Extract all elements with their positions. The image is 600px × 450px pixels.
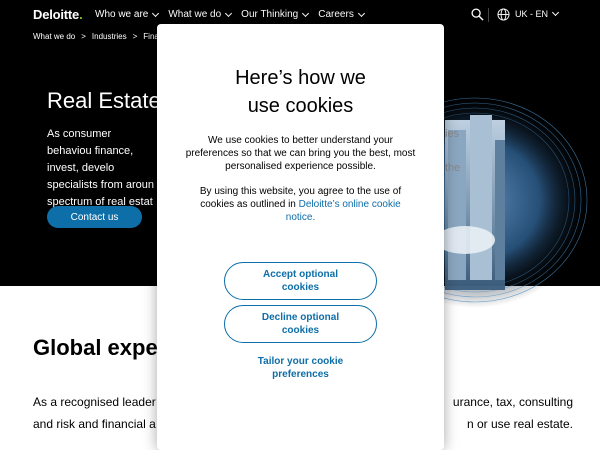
nav-what-we-do[interactable]: What we do xyxy=(168,9,233,20)
language-label: UK - EN xyxy=(515,9,549,19)
cookie-modal-title: Here’s how we use cookies xyxy=(235,67,366,117)
cookie-consent-notice: By using this website, you agree to the … xyxy=(185,185,416,224)
chevron-down-icon xyxy=(357,9,365,17)
logo-text: Deloitte xyxy=(33,7,80,22)
hero-title: Real Estate xyxy=(47,88,161,113)
breadcrumb-separator: > xyxy=(132,32,138,41)
nav-links: Who we are What we do Our Thinking Caree… xyxy=(95,9,374,20)
hero-description: As consumer behaviou finance, invest, de… xyxy=(47,128,154,208)
breadcrumb-what-we-do[interactable]: What we do xyxy=(33,32,75,41)
cookie-description: We use cookies to better understand your… xyxy=(185,135,416,172)
deloitte-logo[interactable]: Deloitte. xyxy=(33,7,83,22)
nav-our-thinking[interactable]: Our Thinking xyxy=(241,9,310,20)
decline-optional-cookies-button[interactable]: Decline optional cookies xyxy=(224,305,377,343)
section-title: Global expe xyxy=(33,335,158,360)
nav-link-label: Who we are xyxy=(95,9,149,20)
breadcrumb-separator: > xyxy=(81,32,86,41)
contact-us-button[interactable]: Contact us xyxy=(47,206,142,228)
cookie-consent-modal: Here’s how we use cookies We use cookies… xyxy=(157,24,444,450)
nav-link-label: What we do xyxy=(168,9,222,20)
page: Deloitte. Who we are What we do Our Thin… xyxy=(0,0,600,450)
breadcrumb-industries[interactable]: Industries xyxy=(92,32,127,41)
body-line-2-left: and risk and financial a xyxy=(33,417,156,431)
globe-icon[interactable] xyxy=(497,8,510,21)
cookie-notice-link[interactable]: Deloitte’s online cookie notice. xyxy=(286,199,401,223)
hero-desc-tail-2: the xyxy=(445,162,461,174)
chevron-down-icon xyxy=(225,9,233,17)
accept-optional-cookies-button[interactable]: Accept optional cookies xyxy=(224,262,377,300)
search-icon[interactable] xyxy=(471,8,484,21)
chevron-down-icon xyxy=(302,9,310,17)
logo-dot: . xyxy=(79,7,83,22)
body-line-1-left: As a recognised leader xyxy=(33,395,156,409)
hero-description-tail: ies the xyxy=(445,126,460,177)
nav-link-label: Careers xyxy=(318,9,354,20)
breadcrumb: What we do > Industries > Finan xyxy=(33,32,163,41)
body-line-2-right: n or use real estate. xyxy=(466,417,573,431)
hero-desc-tail-1: ies xyxy=(445,128,460,140)
nav-who-we-are[interactable]: Who we are xyxy=(95,9,160,20)
body-line-1-right: urance, tax, consulting xyxy=(452,395,573,409)
nav-link-label: Our Thinking xyxy=(241,9,299,20)
language-selector[interactable]: UK - EN xyxy=(515,8,560,19)
chevron-down-icon xyxy=(152,9,160,17)
nav-divider xyxy=(488,8,489,22)
tailor-cookie-preferences-link[interactable]: Tailor your cookie preferences xyxy=(224,355,377,381)
chevron-down-icon xyxy=(551,8,560,17)
nav-careers[interactable]: Careers xyxy=(318,9,365,20)
